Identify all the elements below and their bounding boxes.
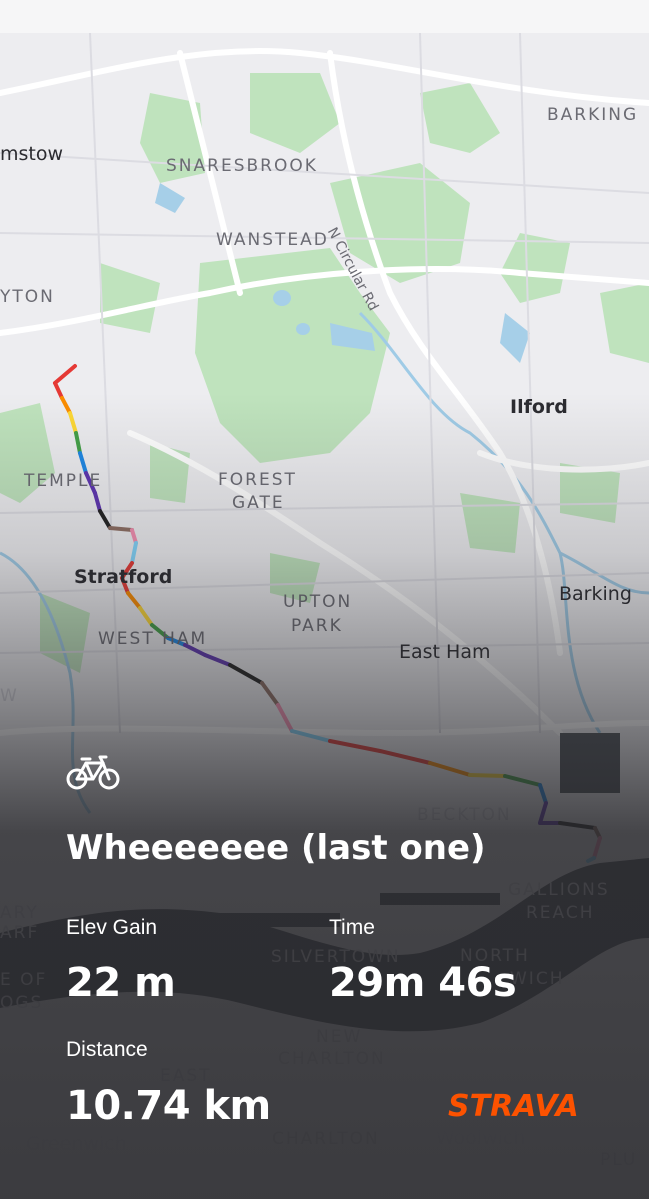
activity-share-card: BARKING mstow SNARESBROOK WANSTEAD N Cir…	[0, 33, 649, 1199]
activity-title: Wheeeeeee (last one)	[66, 828, 486, 868]
stats-overlay: Wheeeeeee (last one) Elev Gain 22 m Time…	[0, 33, 649, 1199]
distance-label: Distance	[66, 1038, 148, 1061]
elev-gain-label: Elev Gain	[66, 916, 158, 939]
time-value: 29m 46s	[329, 960, 517, 1006]
bicycle-icon	[66, 755, 120, 790]
elev-gain-value: 22 m	[66, 960, 176, 1006]
distance-value: 10.74 km	[66, 1083, 271, 1129]
time-label: Time	[329, 916, 375, 939]
strava-logo: STRAVA	[448, 1089, 579, 1124]
top-bar	[0, 0, 649, 33]
